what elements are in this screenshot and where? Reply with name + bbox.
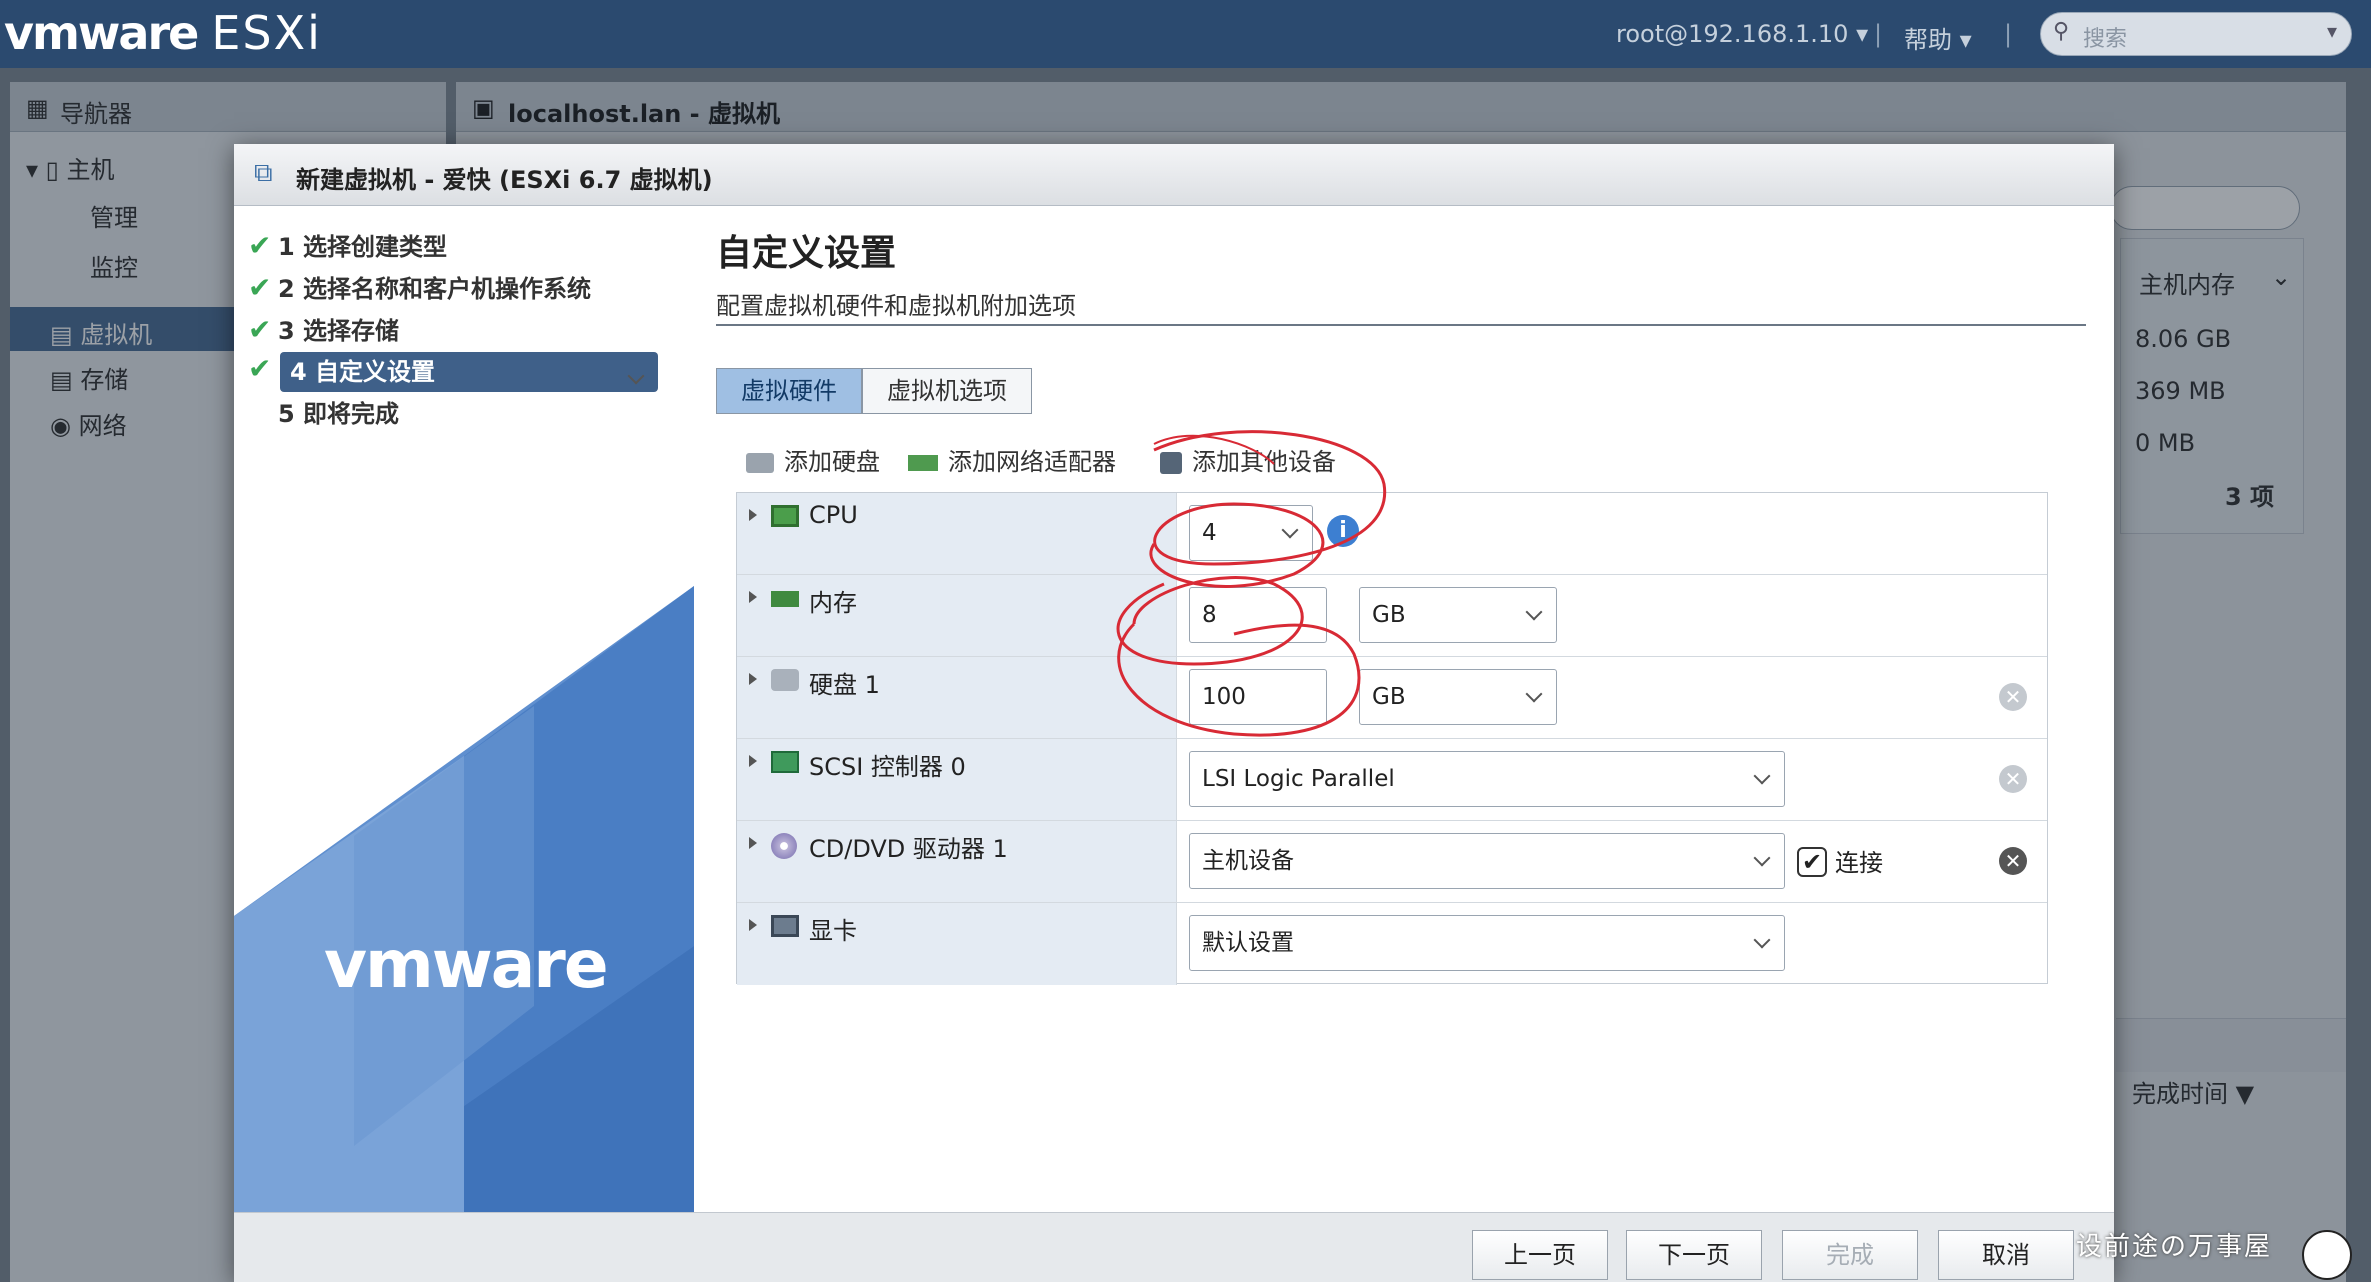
divider: | [1874,20,1883,48]
cancel-button[interactable]: 取消 [1938,1230,2074,1280]
new-vm-dialog: ⧉ 新建虚拟机 - 爱快 (ESXi 6.7 虚拟机) ✔ 1 选择创建类型 ✔ 2… [234,144,2114,1282]
watermark-logo [2302,1230,2352,1280]
chevron-down-icon: ▾ [2326,19,2337,43]
search-icon: ⚲ [2053,19,2070,44]
finish-button[interactable]: 完成 [1782,1230,1918,1280]
divider: | [2004,20,2013,48]
next-button[interactable]: 下一页 [1626,1230,1762,1280]
back-button[interactable]: 上一页 [1472,1230,1608,1280]
red-scribble-annotation [1116,430,1387,737]
watermark: 设前途の万事屋 [2076,1232,2273,1262]
search-input[interactable]: ⚲ 搜索 ▾ [2040,12,2352,56]
help-menu[interactable]: 帮助 ▾ [1904,20,1972,55]
user-menu[interactable]: root@192.168.1.10 ▾ [1616,20,1868,48]
top-bar: vmware ESXi root@192.168.1.10 ▾ | 帮助 ▾ | … [0,0,2371,68]
vmware-esxi-logo: vmware ESXi [4,6,322,60]
